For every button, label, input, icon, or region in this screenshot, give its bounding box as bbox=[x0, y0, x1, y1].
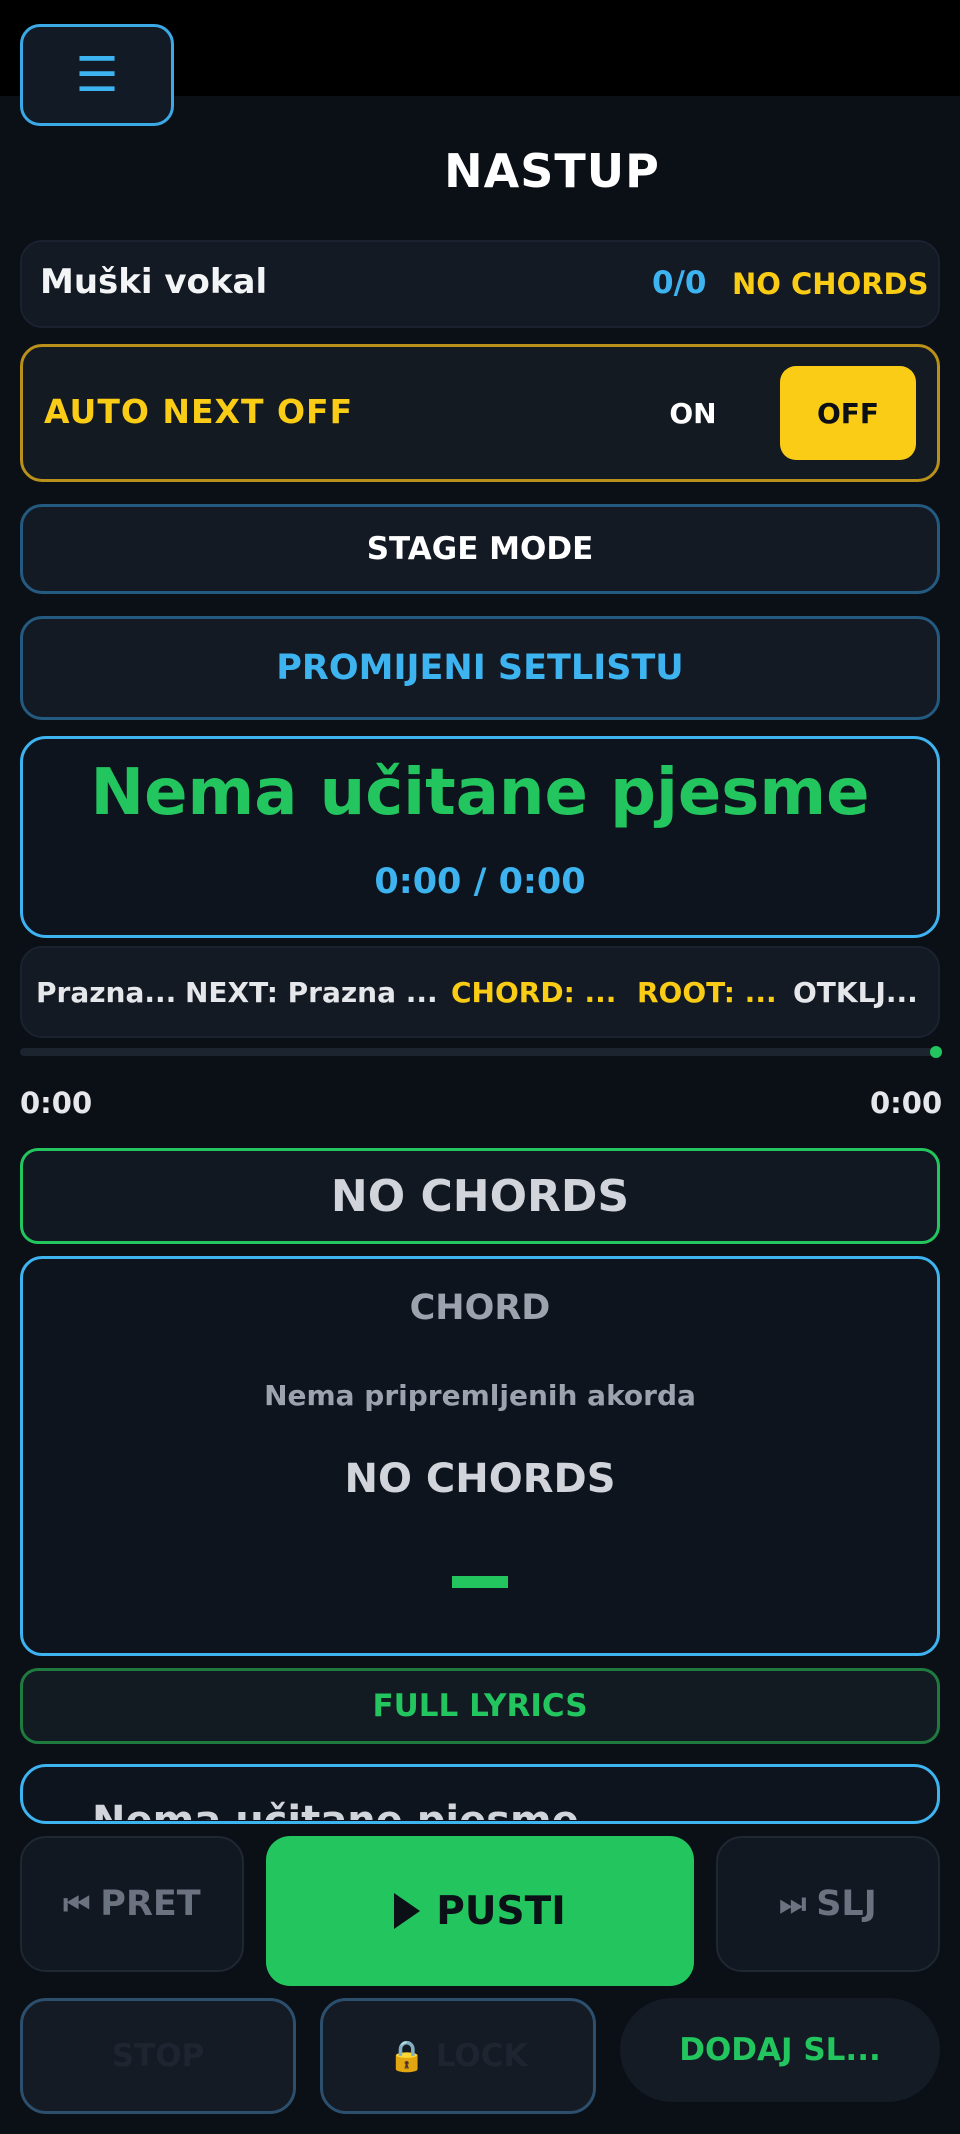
auto-next-label: AUTO NEXT OFF bbox=[44, 392, 354, 431]
info-next-song: NEXT: Prazna ... bbox=[185, 976, 438, 1009]
auto-next-off-button[interactable]: OFF bbox=[780, 366, 916, 460]
song-vocal-label: Muški vokal bbox=[40, 262, 268, 302]
progress-track[interactable] bbox=[20, 1048, 935, 1056]
stop-button[interactable]: STOP bbox=[20, 1998, 296, 2114]
next-label: SLJ bbox=[816, 1884, 877, 1924]
previous-label: PRET bbox=[100, 1884, 201, 1924]
previous-button[interactable]: ⏮ PRET bbox=[20, 1836, 244, 1972]
hamburger-menu-icon: ☰ bbox=[75, 47, 119, 103]
chords-status-bar: NO CHORDS bbox=[20, 1148, 940, 1244]
total-time: 0:00 bbox=[870, 1086, 943, 1120]
now-playing-time: 0:00 / 0:00 bbox=[374, 862, 586, 902]
change-setlist-button[interactable]: PROMIJENI SETLISTU bbox=[20, 616, 940, 720]
play-button[interactable]: PUSTI bbox=[266, 1836, 694, 1986]
full-lyrics-button[interactable]: FULL LYRICS bbox=[20, 1668, 940, 1744]
lock-button[interactable]: 🔒 LOCK bbox=[320, 1998, 596, 2114]
now-playing-title: Nema učitane pjesme bbox=[90, 756, 870, 830]
play-icon bbox=[394, 1893, 421, 1929]
auto-next-on-button[interactable]: ON bbox=[640, 366, 746, 460]
info-chord: CHORD: ... bbox=[451, 976, 617, 1009]
progress-handle[interactable] bbox=[930, 1046, 942, 1058]
info-lock-state: OTKLJ... bbox=[793, 976, 918, 1009]
chord-card-subtitle: Nema pripremljenih akorda bbox=[264, 1379, 696, 1412]
lock-label: LOCK bbox=[435, 2038, 528, 2074]
lyrics-preview-text: Nema učitane pjesme bbox=[92, 1800, 712, 1820]
lock-icon: 🔒 bbox=[388, 2038, 426, 2074]
stage-mode-button[interactable]: STAGE MODE bbox=[20, 504, 940, 594]
info-root: ROOT: ... bbox=[637, 976, 777, 1009]
menu-button[interactable]: ☰ bbox=[20, 24, 174, 126]
info-current-song: Prazna... bbox=[36, 976, 177, 1009]
chords-status: NO CHORDS bbox=[732, 267, 929, 301]
chord-card-main: NO CHORDS bbox=[344, 1456, 616, 1502]
skip-previous-icon: ⏮ bbox=[63, 1886, 91, 1922]
song-count: 0/0 bbox=[652, 265, 707, 301]
skip-next-icon: ⏭ bbox=[779, 1886, 807, 1922]
page-title: NASTUP bbox=[444, 144, 660, 198]
add-song-button[interactable]: DODAJ SL... bbox=[620, 1998, 940, 2102]
play-label: PUSTI bbox=[436, 1888, 566, 1934]
next-button[interactable]: ⏭ SLJ bbox=[716, 1836, 940, 1972]
chord-indicator bbox=[452, 1576, 508, 1588]
chord-card-heading: CHORD bbox=[409, 1288, 551, 1328]
elapsed-time: 0:00 bbox=[20, 1086, 93, 1120]
